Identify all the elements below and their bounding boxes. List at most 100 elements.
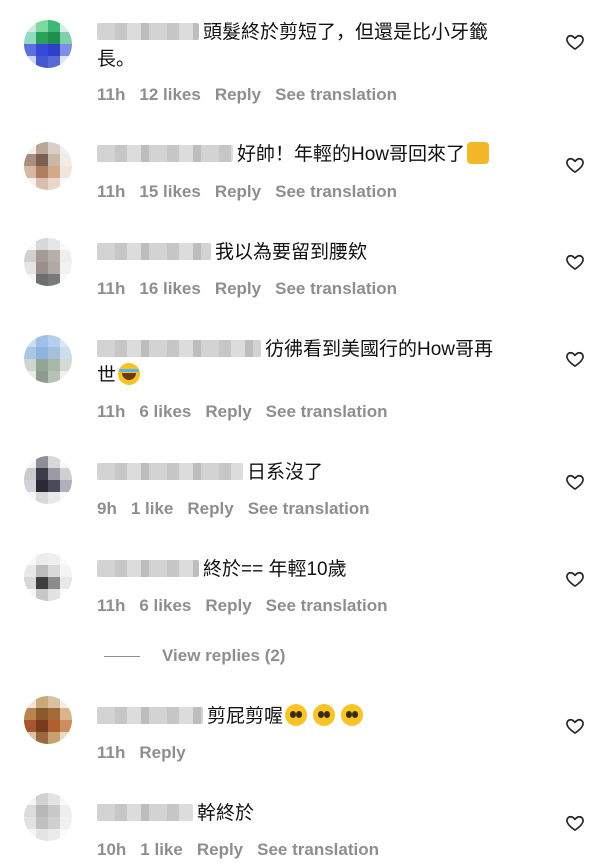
comment-time: 9h — [97, 499, 117, 518]
avatar-pixel — [60, 829, 72, 841]
username-blurred[interactable] — [97, 243, 211, 260]
likes-count[interactable]: 12 likes — [139, 85, 200, 104]
avatar-pixel — [60, 793, 72, 805]
avatar-pixel — [36, 371, 48, 383]
avatar-pixel — [60, 154, 72, 166]
avatar[interactable] — [24, 142, 72, 190]
avatar-pixel — [60, 178, 72, 190]
see-translation-button[interactable]: See translation — [275, 85, 397, 104]
avatar-pixel — [48, 347, 60, 359]
avatar-pixel — [60, 456, 72, 468]
avatar-pixel — [36, 166, 48, 178]
likes-count[interactable]: 15 likes — [139, 182, 200, 201]
heart-outline-icon[interactable] — [565, 813, 585, 833]
reply-button[interactable]: Reply — [205, 596, 251, 615]
heart-outline-icon[interactable] — [565, 32, 585, 52]
comment-text: 好帥！年輕的How哥回來了 — [97, 142, 542, 167]
avatar-pixel — [36, 577, 48, 589]
avatar-pixel — [60, 696, 72, 708]
avatar-pixel — [24, 492, 36, 504]
heart-outline-icon[interactable] — [565, 472, 585, 492]
avatar-pixel — [48, 262, 60, 274]
avatar-pixel — [48, 805, 60, 817]
avatar-pixel — [48, 274, 60, 286]
likes-count[interactable]: 6 likes — [139, 596, 191, 615]
reply-button[interactable]: Reply — [205, 402, 251, 421]
username-blurred[interactable] — [97, 804, 193, 821]
avatar-pixel — [36, 359, 48, 371]
heart-outline-icon[interactable] — [565, 155, 585, 175]
avatar[interactable] — [24, 696, 72, 744]
avatar[interactable] — [24, 553, 72, 601]
avatar-pixel — [48, 577, 60, 589]
see-translation-button[interactable]: See translation — [266, 596, 388, 615]
likes-count[interactable]: 6 likes — [139, 402, 191, 421]
avatar-pixel — [24, 20, 36, 32]
avatar[interactable] — [24, 238, 72, 286]
avatar-pixel — [36, 553, 48, 565]
avatar-pixel — [48, 468, 60, 480]
comment-meta: 11h 16 likes Reply See translation — [97, 279, 411, 299]
avatar-pixel — [60, 589, 72, 601]
avatar-pixel — [24, 732, 36, 744]
avatar-pixel — [36, 492, 48, 504]
avatar-pixel — [24, 793, 36, 805]
avatar[interactable] — [24, 456, 72, 504]
comment-meta: 10h 1 like Reply See translation — [97, 840, 393, 860]
avatar-pixel — [24, 274, 36, 286]
comment-text-continued: 世 — [97, 363, 542, 388]
avatar-pixel — [24, 817, 36, 829]
see-translation-button[interactable]: See translation — [275, 182, 397, 201]
comment-text: 頭髮終於剪短了，但還是比小牙籤 — [97, 20, 542, 45]
reply-button[interactable]: Reply — [139, 743, 185, 762]
see-translation-button[interactable]: See translation — [248, 499, 370, 518]
avatar-pixel — [36, 456, 48, 468]
see-translation-button[interactable]: See translation — [257, 840, 379, 859]
avatar-pixel — [36, 732, 48, 744]
comment-meta: 11h 12 likes Reply See translation — [97, 85, 411, 105]
heart-outline-icon[interactable] — [565, 716, 585, 736]
pleading-face-emoji — [341, 704, 364, 726]
username-blurred[interactable] — [97, 707, 203, 724]
reply-button[interactable]: Reply — [215, 279, 261, 298]
avatar-pixel — [24, 154, 36, 166]
avatar-pixel — [60, 492, 72, 504]
comment-text: 剪屁剪喔 — [97, 704, 542, 729]
avatar-pixel — [36, 142, 48, 154]
username-blurred[interactable] — [97, 340, 261, 357]
avatar[interactable] — [24, 335, 72, 383]
avatar-pixel — [36, 154, 48, 166]
heart-outline-icon[interactable] — [565, 252, 585, 272]
reply-button[interactable]: Reply — [215, 182, 261, 201]
reply-button[interactable]: Reply — [197, 840, 243, 859]
username-blurred[interactable] — [97, 463, 243, 480]
avatar-pixel — [60, 335, 72, 347]
heart-outline-icon[interactable] — [565, 569, 585, 589]
avatar-pixel — [60, 44, 72, 56]
see-translation-button[interactable]: See translation — [275, 279, 397, 298]
view-replies-button[interactable]: View replies (2) — [104, 644, 285, 668]
comment-text-continued: 長。 — [97, 49, 136, 70]
reply-button[interactable]: Reply — [187, 499, 233, 518]
likes-count[interactable]: 1 like — [140, 840, 183, 859]
heart-outline-icon[interactable] — [565, 349, 585, 369]
thumbs-up-emoji — [467, 142, 490, 164]
avatar[interactable] — [24, 793, 72, 841]
avatar-pixel — [48, 238, 60, 250]
avatar-pixel — [48, 166, 60, 178]
avatar-pixel — [24, 468, 36, 480]
username-blurred[interactable] — [97, 560, 199, 577]
avatar-pixel — [60, 250, 72, 262]
avatar-pixel — [24, 178, 36, 190]
avatar-pixel — [60, 805, 72, 817]
username-blurred[interactable] — [97, 145, 233, 162]
avatar-pixel — [48, 44, 60, 56]
avatar-pixel — [48, 696, 60, 708]
avatar-pixel — [36, 793, 48, 805]
username-blurred[interactable] — [97, 23, 199, 40]
avatar[interactable] — [24, 20, 72, 68]
reply-button[interactable]: Reply — [215, 85, 261, 104]
see-translation-button[interactable]: See translation — [266, 402, 388, 421]
likes-count[interactable]: 1 like — [131, 499, 174, 518]
likes-count[interactable]: 16 likes — [139, 279, 200, 298]
